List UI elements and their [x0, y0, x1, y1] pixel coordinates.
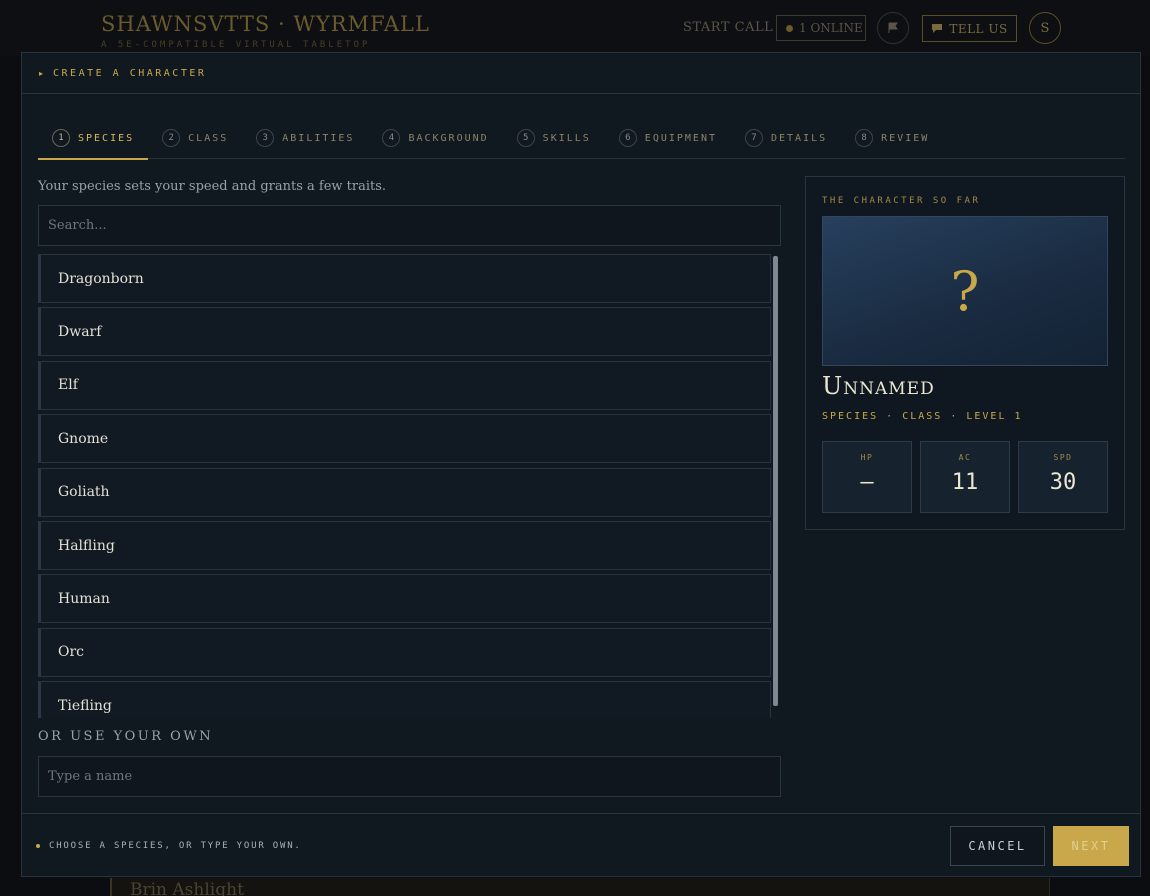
species-item-gnome[interactable]: Gnome: [38, 414, 771, 464]
stat-label: SPD: [1053, 453, 1073, 462]
species-name: Tiefling: [58, 697, 112, 714]
caret-right-icon: ▸: [39, 68, 44, 78]
tab-species[interactable]: 1 SPECIES: [38, 117, 149, 160]
user-avatar[interactable]: S: [1029, 12, 1061, 44]
species-item-goliath[interactable]: Goliath: [38, 467, 771, 517]
species-name: Human: [58, 590, 110, 607]
species-item-tiefling[interactable]: Tiefling: [38, 681, 771, 718]
online-dot-icon: [786, 24, 793, 32]
species-item-dragonborn[interactable]: Dragonborn: [38, 254, 771, 303]
tab-equipment[interactable]: 6 EQUIPMENT: [605, 117, 731, 159]
character-portrait: ?: [822, 216, 1108, 366]
step-number: 4: [382, 129, 401, 147]
character-meta: SPECIES · CLASS · LEVEL 1: [822, 411, 1023, 422]
footer-hint: CHOOSE A SPECIES, OR TYPE YOUR OWN.: [36, 841, 302, 851]
species-name: Gnome: [58, 430, 109, 447]
stat-value: —: [860, 470, 874, 495]
species-name: Orc: [58, 644, 85, 661]
tab-review[interactable]: 8 REVIEW: [841, 117, 943, 159]
question-mark-icon: ?: [950, 259, 980, 323]
species-name: Dwarf: [58, 323, 102, 340]
modal-footer: CHOOSE A SPECIES, OR TYPE YOUR OWN. CANC…: [22, 813, 1140, 877]
flag-icon: [888, 22, 898, 33]
modal-title: CREATE A CHARACTER: [53, 67, 207, 79]
step-label: SPECIES: [78, 132, 135, 144]
species-list: Dragonborn Dwarf Elf Gnome Goliath Halfling Hu…: [38, 254, 782, 718]
character-name: Unnamed: [822, 372, 935, 400]
step-number: 2: [162, 129, 181, 147]
step-label: REVIEW: [881, 132, 930, 144]
species-name: Halfling: [58, 537, 115, 554]
app-title: SHAWNSVTTS · WYRMFALL: [101, 12, 430, 36]
step-label: BACKGROUND: [408, 132, 489, 144]
tell-us-button[interactable]: TELL US: [922, 15, 1017, 42]
step-number: 3: [256, 129, 275, 147]
next-button[interactable]: NEXT: [1053, 826, 1129, 866]
stat-label: AC: [958, 453, 972, 462]
stat-speed: SPD 30: [1018, 441, 1108, 513]
modal-header: ▸ CREATE A CHARACTER: [22, 53, 1140, 94]
own-species-label: OR USE YOUR OWN: [38, 729, 214, 744]
stat-value: 30: [1049, 470, 1077, 495]
stat-label: HP: [860, 453, 874, 462]
step-number: 1: [52, 129, 70, 147]
summary-title: THE CHARACTER SO FAR: [822, 196, 981, 206]
step-label: SKILLS: [542, 132, 591, 144]
tab-details[interactable]: 7 DETAILS: [731, 117, 841, 159]
species-name: Dragonborn: [58, 270, 144, 287]
background-character-card: Brin Ashlight: [110, 878, 1050, 896]
tell-us-label: TELL US: [949, 21, 1008, 36]
app-header: SHAWNSVTTS · WYRMFALL A 5E-COMPATIBLE VI…: [0, 0, 1150, 56]
species-name: Goliath: [58, 484, 110, 501]
step-number: 8: [855, 129, 874, 147]
tab-skills[interactable]: 5 SKILLS: [503, 117, 605, 159]
chat-bubble-icon: [932, 24, 943, 33]
tab-abilities[interactable]: 3 ABILITIES: [242, 117, 368, 159]
flag-button[interactable]: [877, 12, 909, 44]
step-number: 6: [618, 129, 637, 147]
start-call-link[interactable]: START CALL: [683, 20, 773, 35]
species-item-halfling[interactable]: Halfling: [38, 521, 771, 570]
footer-hint-text: CHOOSE A SPECIES, OR TYPE YOUR OWN.: [49, 841, 302, 851]
background-card-name: Brin Ashlight: [130, 880, 244, 896]
cancel-button[interactable]: CANCEL: [950, 826, 1045, 866]
online-badge: 1 ONLINE: [776, 15, 866, 41]
tab-class[interactable]: 2 CLASS: [148, 117, 242, 159]
step-number: 7: [744, 129, 763, 147]
species-item-human[interactable]: Human: [38, 574, 771, 624]
step-label: EQUIPMENT: [644, 132, 717, 144]
step-tabs: 1 SPECIES 2 CLASS 3 ABILITIES 4 BACKGROUND 5 SKIL…: [38, 117, 1125, 160]
tab-background[interactable]: 4 BACKGROUND: [368, 117, 502, 159]
species-item-elf[interactable]: Elf: [38, 360, 771, 410]
step-label: ABILITIES: [282, 132, 355, 144]
app-subtitle: A 5E-COMPATIBLE VIRTUAL TABLETOP: [101, 40, 371, 50]
step-label: DETAILS: [770, 132, 828, 144]
species-list-scrollbar[interactable]: [773, 256, 778, 706]
own-species-input[interactable]: [38, 756, 781, 797]
stat-ac: AC 11: [920, 441, 1010, 513]
character-summary-panel: THE CHARACTER SO FAR ? Unnamed SPECIES ·…: [805, 176, 1125, 530]
create-character-modal: ▸ CREATE A CHARACTER 1 SPECIES 2 CLASS 3 ABIL…: [21, 52, 1141, 877]
species-item-orc[interactable]: Orc: [38, 627, 771, 677]
species-search-input[interactable]: [38, 205, 781, 246]
online-count: 1 ONLINE: [799, 21, 863, 35]
stat-hp: HP —: [822, 441, 912, 513]
step-number: 5: [516, 129, 535, 147]
stat-value: 11: [951, 470, 979, 495]
step-intro: Your species sets your speed and grants …: [38, 179, 387, 194]
species-name: Elf: [58, 377, 78, 394]
species-item-dwarf[interactable]: Dwarf: [38, 307, 771, 357]
bullet-icon: [36, 844, 40, 848]
step-label: CLASS: [188, 132, 229, 144]
